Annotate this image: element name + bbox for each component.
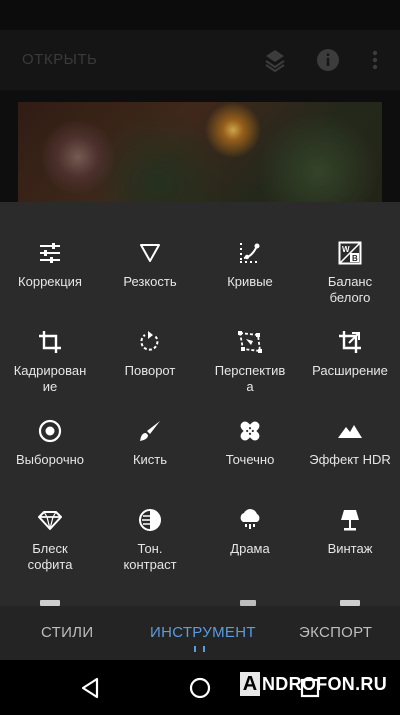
sliders-icon [37, 240, 63, 266]
tools-sheet: Коррекция Резкость Кривые WB Баланс бело… [0, 202, 400, 606]
open-button[interactable]: ОТКРЫТЬ [22, 51, 97, 68]
info-icon[interactable] [314, 46, 342, 74]
tool-label: Драма [230, 541, 270, 556]
lamp-icon [337, 507, 363, 533]
tool-healing[interactable]: Точечно [200, 408, 300, 497]
watermark-letter: A [240, 672, 260, 696]
tool-expand[interactable]: Расширение [300, 319, 400, 408]
tool-label: Винтаж [327, 541, 373, 556]
healing-icon [237, 418, 263, 444]
mountains-icon [337, 418, 363, 444]
app-bar: ОТКРЫТЬ [0, 30, 400, 90]
tool-correction[interactable]: Коррекция [0, 230, 100, 319]
cloud-icon [237, 507, 263, 533]
selective-icon [37, 418, 63, 444]
status-bar [0, 0, 400, 30]
tool-label: Кисть [132, 452, 168, 467]
rotate-icon [137, 329, 163, 355]
expand-icon [337, 329, 363, 355]
tool-label: Точечно [225, 452, 275, 467]
brush-icon [137, 418, 163, 444]
more-vert-icon[interactable] [361, 46, 389, 74]
svg-text:W: W [342, 245, 350, 254]
tool-glamour-glow[interactable]: Блеск софита [0, 497, 100, 586]
tool-drama[interactable]: Драма [200, 497, 300, 586]
layers-icon[interactable] [261, 46, 289, 74]
curves-icon [237, 240, 263, 266]
tool-label: Кривые [227, 274, 273, 289]
diamond-icon [37, 507, 63, 533]
tool-label: Блеск софита [27, 541, 73, 572]
tool-label: Перспектив а [214, 363, 286, 394]
triangle-icon [137, 240, 163, 266]
white-balance-icon: WB [337, 240, 363, 266]
tool-tonal-contrast[interactable]: Тон. контраст [100, 497, 200, 586]
tool-label: Резкость [123, 274, 177, 289]
tool-label: Тон. контраст [123, 541, 177, 572]
tool-label: Расширение [312, 363, 388, 378]
watermark-text: NDROFON.RU [262, 673, 387, 694]
tab-styles[interactable]: СТИЛИ [41, 624, 93, 641]
tool-rotate[interactable]: Поворот [100, 319, 200, 408]
photo-preview [0, 90, 400, 202]
perspective-icon [237, 329, 263, 355]
tool-white-balance[interactable]: WB Баланс белого [300, 230, 400, 319]
tool-vintage[interactable]: Винтаж [300, 497, 400, 586]
tool-label: Коррекция [18, 274, 82, 289]
tool-hdr[interactable]: Эффект HDR [300, 408, 400, 497]
home-icon[interactable] [186, 674, 214, 702]
site-watermark: A NDROFON.RU [240, 672, 387, 696]
tab-tools[interactable]: ИНСТРУМЕНТ [150, 624, 256, 641]
tool-brush[interactable]: Кисть [100, 408, 200, 497]
crop-icon [37, 329, 63, 355]
tool-perspective[interactable]: Перспектив а [200, 319, 300, 408]
tool-label: Эффект HDR [309, 452, 391, 467]
tool-selective[interactable]: Выборочно [0, 408, 100, 497]
tool-label: Кадрирован ие [13, 363, 87, 394]
tool-label: Выборочно [15, 452, 85, 467]
tool-sharpness[interactable]: Резкость [100, 230, 200, 319]
tool-crop[interactable]: Кадрирован ие [0, 319, 100, 408]
tool-label: Поворот [124, 363, 176, 378]
tab-export[interactable]: ЭКСПОРТ [299, 624, 372, 641]
tonal-contrast-icon [137, 507, 163, 533]
photo-image [18, 102, 382, 202]
back-icon[interactable] [76, 674, 104, 702]
tab-active-indicator [194, 646, 196, 652]
tab-active-indicator [203, 646, 205, 652]
tool-label: Баланс белого [327, 274, 373, 305]
bottom-tabs: СТИЛИ ИНСТРУМЕНТ ЭКСПОРТ [0, 606, 400, 660]
tool-curves[interactable]: Кривые [200, 230, 300, 319]
svg-text:B: B [352, 254, 358, 263]
